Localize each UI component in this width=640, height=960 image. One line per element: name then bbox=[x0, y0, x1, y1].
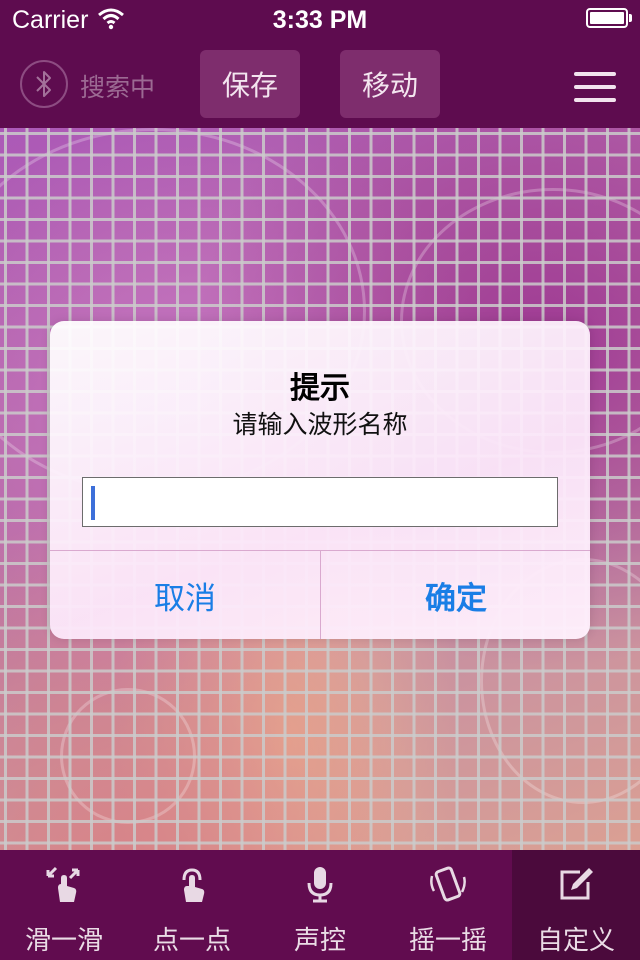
top-toolbar: 搜索中 保存 移动 bbox=[0, 40, 640, 128]
confirm-button[interactable]: 确定 bbox=[321, 551, 590, 639]
move-button[interactable]: 移动 bbox=[340, 50, 440, 118]
tab-shake[interactable]: 摇一摇 bbox=[384, 850, 512, 960]
save-button[interactable]: 保存 bbox=[200, 50, 300, 118]
shake-phone-icon bbox=[430, 866, 466, 902]
status-bar: Carrier 3:33 PM bbox=[0, 0, 640, 40]
tab-voice[interactable]: 声控 bbox=[256, 850, 384, 960]
text-caret bbox=[91, 486, 95, 520]
name-input-dialog: 提示 请输入波形名称 取消 确定 bbox=[50, 321, 590, 639]
tab-label: 自定义 bbox=[536, 926, 615, 956]
edit-square-icon bbox=[560, 868, 593, 900]
battery-icon bbox=[586, 8, 632, 28]
bluetooth-icon[interactable] bbox=[20, 60, 68, 108]
tab-swipe[interactable]: 滑一滑 bbox=[0, 850, 128, 960]
microphone-icon bbox=[307, 867, 333, 903]
connection-status: 搜索中 bbox=[80, 73, 156, 102]
tab-label: 点一点 bbox=[152, 926, 231, 956]
tap-gesture-icon bbox=[182, 868, 205, 902]
dialog-message: 请输入波形名称 bbox=[232, 410, 408, 439]
tab-label: 摇一摇 bbox=[408, 926, 487, 956]
tab-label: 声控 bbox=[293, 926, 346, 956]
dialog-title: 提示 bbox=[290, 371, 350, 406]
clock: 3:33 PM bbox=[272, 6, 368, 34]
cancel-button[interactable]: 取消 bbox=[50, 551, 320, 639]
hamburger-menu-icon[interactable] bbox=[574, 72, 616, 102]
tab-label: 滑一滑 bbox=[24, 926, 103, 956]
waveform-name-input[interactable] bbox=[82, 477, 558, 527]
tab-bar: 滑一滑 点一点 声控 摇一摇 自定义 bbox=[0, 850, 640, 960]
tab-custom[interactable]: 自定义 bbox=[512, 850, 640, 960]
swipe-gesture-icon bbox=[46, 866, 80, 902]
tab-tap[interactable]: 点一点 bbox=[128, 850, 256, 960]
